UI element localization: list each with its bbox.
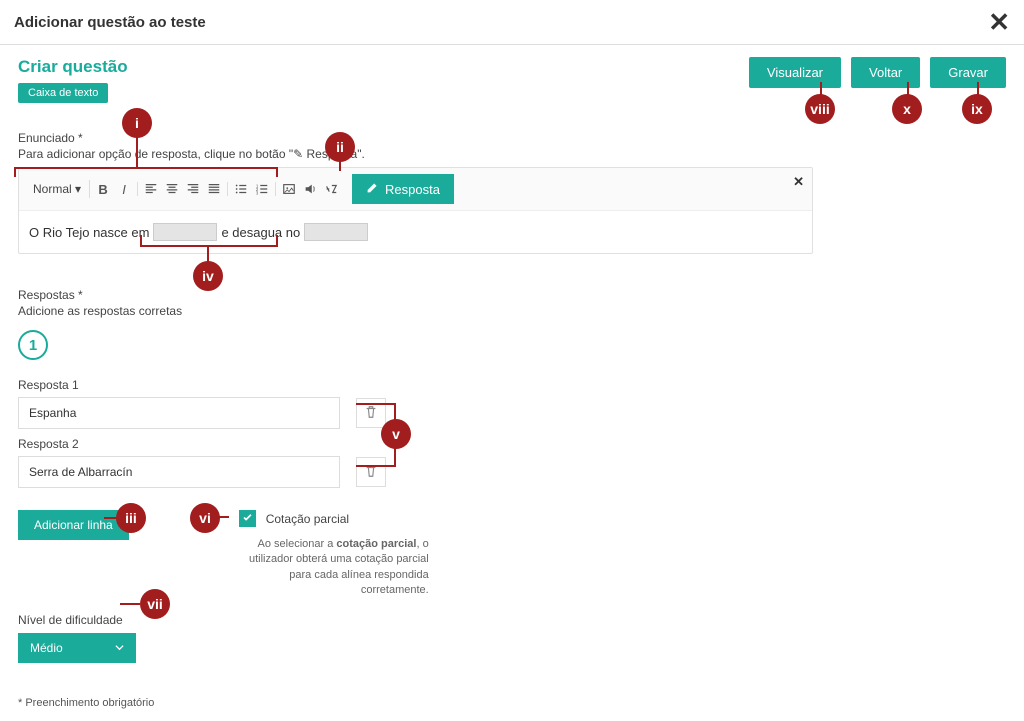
align-justify-icon[interactable] <box>207 182 221 196</box>
header-buttons: Visualizar Voltar Gravar <box>749 57 1006 88</box>
callout-vi-line <box>219 516 229 518</box>
chevron-down-icon <box>115 641 124 655</box>
answer-2-label: Resposta 2 <box>18 437 1006 451</box>
align-center-icon[interactable] <box>165 182 179 196</box>
callout-iv-stem <box>207 247 209 262</box>
resposta-button[interactable]: Resposta <box>352 174 454 204</box>
callout-v: v <box>381 419 411 449</box>
answer-blank-2[interactable] <box>304 223 368 241</box>
callout-viii: viii <box>805 94 835 124</box>
edit-icon: ✎ <box>293 147 303 161</box>
answers-label: Respostas * <box>18 288 1006 302</box>
partial-checkbox[interactable] <box>239 510 256 527</box>
answer-2-row <box>18 456 1006 488</box>
editor-body[interactable]: O Rio Tejo nasce em e desagua no <box>19 211 812 253</box>
edit-icon <box>366 181 379 197</box>
callout-i-stem <box>136 137 138 167</box>
audio-icon[interactable] <box>303 182 317 196</box>
create-block: Criar questão Caixa de texto <box>18 57 128 103</box>
tb-align-group <box>138 182 228 196</box>
statement-label: Enunciado * <box>18 131 1006 145</box>
callout-vii-line <box>120 603 140 605</box>
ordered-list-icon[interactable]: 123 <box>255 182 269 196</box>
chevron-down-icon: ▾ <box>75 182 81 196</box>
tb-list-group: 123 <box>228 182 276 196</box>
statement-sublabel: Para adicionar opção de resposta, clique… <box>18 147 1006 161</box>
partial-top: Cotação parcial <box>239 510 429 527</box>
image-icon[interactable] <box>282 182 296 196</box>
svg-text:3: 3 <box>256 190 259 195</box>
bullet-list-icon[interactable] <box>234 182 248 196</box>
top-row: Criar questão Caixa de texto Visualizar … <box>18 57 1006 103</box>
save-button[interactable]: Gravar <box>930 57 1006 88</box>
answer-number-badge: 1 <box>18 330 48 360</box>
answer-2-input[interactable] <box>18 456 340 488</box>
callout-ii: ii <box>325 132 355 162</box>
create-title: Criar questão <box>18 57 128 77</box>
align-left-icon[interactable] <box>144 182 158 196</box>
check-icon <box>242 511 253 526</box>
callout-vi: vi <box>190 503 220 533</box>
tb-textstyle-group: B I <box>90 182 138 196</box>
answer-1-label: Resposta 1 <box>18 378 1006 392</box>
difficulty-label: Nível de dificuldade <box>18 613 1006 627</box>
answers-sublabel: Adicione as respostas corretas <box>18 304 1006 318</box>
callout-iv-line <box>140 235 278 247</box>
callout-i-line <box>14 167 278 177</box>
modal-title: Adicionar questão ao teste <box>14 14 206 31</box>
format-select-label: Normal <box>33 182 72 196</box>
callout-ix: ix <box>962 94 992 124</box>
editor-close-icon[interactable]: ✕ <box>793 174 804 190</box>
statement-text-1: O Rio Tejo nasce em <box>29 225 149 240</box>
rich-editor: Normal ▾ B I 123 <box>18 167 813 254</box>
question-type-pill: Caixa de texto <box>18 83 108 103</box>
answer-1-row <box>18 397 1006 429</box>
callout-vii: vii <box>140 589 170 619</box>
partial-desc: Ao selecionar a cotação parcial, o utili… <box>239 537 429 599</box>
sublabel-part1: Para adicionar opção de resposta, clique… <box>18 147 293 161</box>
italic-icon[interactable]: I <box>117 182 131 196</box>
close-icon[interactable]: ✕ <box>988 9 1010 35</box>
back-button[interactable]: Voltar <box>851 57 920 88</box>
add-line-button[interactable]: Adicionar linha <box>18 510 129 540</box>
partial-label: Cotação parcial <box>266 512 349 526</box>
partial-block: Cotação parcial Ao selecionar a cotação … <box>239 510 429 599</box>
partial-desc-pre: Ao selecionar a <box>258 538 337 550</box>
difficulty-select[interactable]: Médio <box>18 633 136 663</box>
callout-x: x <box>892 94 922 124</box>
preview-button[interactable]: Visualizar <box>749 57 841 88</box>
callout-iv: iv <box>193 261 223 291</box>
modal: Adicionar questão ao teste ✕ Criar quest… <box>0 0 1024 721</box>
tb-format-group: Normal ▾ <box>25 180 90 198</box>
bold-icon[interactable]: B <box>96 182 110 196</box>
callout-ii-line <box>339 161 341 171</box>
difficulty-value: Médio <box>30 641 63 655</box>
modal-header: Adicionar questão ao teste ✕ <box>0 0 1024 45</box>
resposta-button-label: Resposta <box>385 182 440 197</box>
answer-1-input[interactable] <box>18 397 340 429</box>
partial-desc-bold: cotação parcial <box>336 538 416 550</box>
modal-content: Criar questão Caixa de texto Visualizar … <box>0 45 1024 721</box>
callout-i: i <box>122 108 152 138</box>
math-icon[interactable] <box>324 182 338 196</box>
format-select[interactable]: Normal ▾ <box>31 180 83 198</box>
add-row: Adicionar linha Cotação parcial Ao selec… <box>18 510 1006 599</box>
footnote: * Preenchimento obrigatório <box>18 697 1006 709</box>
align-right-icon[interactable] <box>186 182 200 196</box>
tb-media-group <box>276 182 344 196</box>
callout-iii: iii <box>116 503 146 533</box>
